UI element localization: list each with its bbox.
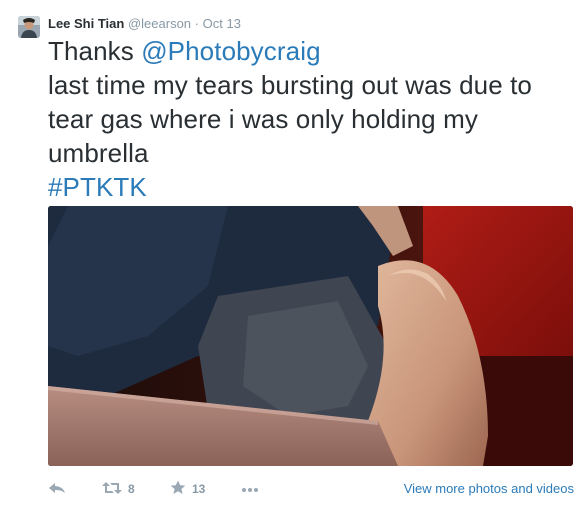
retweet-count: 8 (128, 482, 135, 496)
view-more-photos-link[interactable]: View more photos and videos (404, 476, 574, 502)
tweet-text-line-4: umbrella (48, 138, 149, 168)
hashtag-link[interactable]: #PTKTK (48, 170, 578, 204)
tweet-text-line-3: tear gas where i was only holding my (48, 104, 478, 134)
photo-image (48, 206, 573, 466)
retweet-button[interactable]: 8 (102, 476, 135, 502)
favorite-count: 13 (192, 482, 206, 496)
reply-button[interactable] (48, 476, 66, 502)
avatar[interactable] (18, 16, 40, 38)
tweet-timestamp[interactable]: Oct 13 (203, 16, 241, 31)
author-username[interactable]: @leearson (128, 16, 191, 31)
star-icon (170, 480, 186, 498)
more-icon (241, 482, 259, 496)
tweet-text-line-2: last time my tears bursting out was due … (48, 70, 532, 100)
tweet[interactable]: Lee Shi Tian @leearson · Oct 13 Thanks @… (0, 0, 588, 519)
reply-icon (48, 481, 66, 498)
meta-separator: · (194, 16, 200, 31)
avatar-image (18, 16, 40, 38)
mention-link[interactable]: @Photobycraig (141, 36, 320, 66)
author-fullname[interactable]: Lee Shi Tian (48, 16, 124, 31)
tweet-text-line-1: Thanks @Photobycraig (48, 34, 578, 68)
tweet-photo[interactable] (48, 206, 573, 466)
favorite-button[interactable]: 13 (170, 476, 205, 502)
retweet-icon (102, 481, 122, 498)
tweet-text: Thanks @Photobycraig last time my tears … (48, 34, 578, 204)
tweet-actions: 8 13 View more photos and videos (48, 476, 578, 502)
tweet-text-prefix: Thanks (48, 36, 142, 66)
tweet-header: Lee Shi Tian @leearson · Oct 13 (48, 15, 241, 33)
more-button[interactable] (241, 476, 259, 502)
